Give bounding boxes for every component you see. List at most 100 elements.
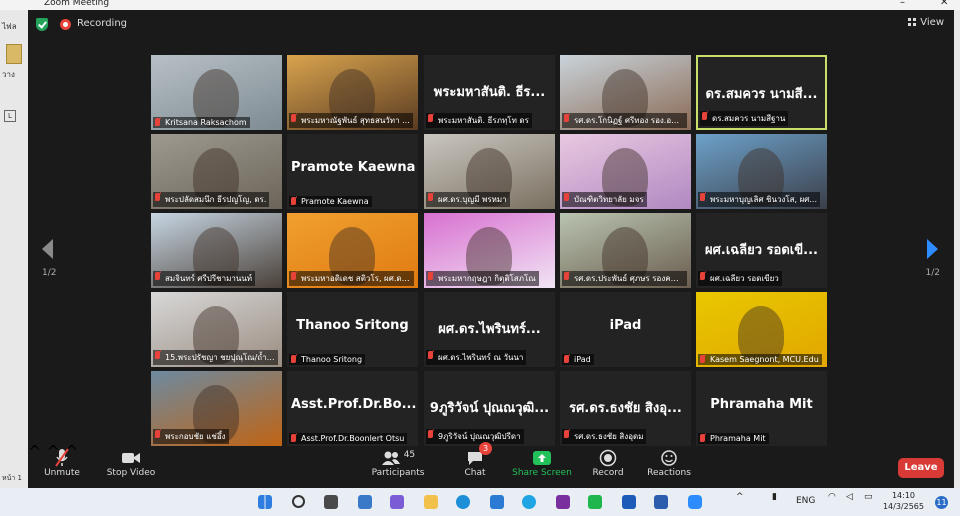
participant-tile[interactable]: ผศ.เฉลียว รอดเขี... ผศ.เฉลียว รอดเขียว bbox=[696, 213, 827, 288]
view-button[interactable]: View bbox=[908, 17, 944, 28]
zoom-app-icon[interactable] bbox=[688, 495, 702, 509]
muted-mic-icon bbox=[564, 355, 569, 363]
notification-count-badge[interactable]: 11 bbox=[935, 496, 948, 509]
volume-icon[interactable]: ◁ bbox=[846, 492, 853, 502]
participant-tile[interactable]: Thanoo Sritong Thanoo Sritong bbox=[287, 292, 418, 367]
minimize-button[interactable]: – bbox=[900, 0, 905, 8]
participant-tile[interactable]: พระกอบชัย แช่อึ้ง bbox=[151, 371, 282, 446]
start-windows-icon[interactable] bbox=[258, 495, 272, 509]
muted-mic-icon bbox=[428, 114, 433, 122]
participant-tile[interactable]: Phramaha Mit Phramaha Mit bbox=[696, 371, 827, 446]
participant-tile[interactable]: สมจินทร์ ศรีปรีชามานนท์ bbox=[151, 213, 282, 288]
participant-tile[interactable]: 15.พระปรัชญา ชยปุณฺโณ/ถ้ำเม... bbox=[151, 292, 282, 367]
clock-time: 14:10 bbox=[891, 491, 916, 500]
participant-name-label: ผศ.ดร.บุญมี พรหมา bbox=[426, 192, 510, 207]
background-word-window: ไฟล วาง L หน้า 1 bbox=[0, 10, 28, 488]
word-icon[interactable] bbox=[654, 495, 668, 509]
participant-name: พระมหาอดิเดช สติวโร, ผศ.ดร... bbox=[301, 274, 414, 283]
reactions-button[interactable]: Reactions bbox=[646, 448, 692, 478]
grid-icon bbox=[908, 18, 917, 26]
participant-tile[interactable]: รศ.ดร.ประพันธ์ ศุภษร รองคณ... bbox=[560, 213, 691, 288]
participant-tile[interactable]: พระมหาอดิเดช สติวโร, ผศ.ดร... bbox=[287, 213, 418, 288]
windows-taskbar: ^ ▮ ENG ◠ ◁ ▭ 14:10 14/3/2565 11 bbox=[0, 488, 960, 516]
participant-tile[interactable]: รศ.ดร.โกนิฏฐ์ ศรีทอง รอง.อธิก... bbox=[560, 55, 691, 130]
facebook-icon[interactable] bbox=[622, 495, 636, 509]
participant-name-label: Kritsana Raksachom bbox=[153, 117, 250, 128]
participant-tile[interactable]: รศ.ดร.ธงชัย สิงอุ... รศ.ดร.ธงชัย สิงอุดม bbox=[560, 371, 691, 446]
participant-display-name: ดร.สมควร นามสี... bbox=[705, 87, 818, 102]
participant-display-name: รศ.ดร.ธงชัย สิงอุ... bbox=[569, 401, 682, 416]
participant-tile[interactable]: 9ภูริวัจน์ ปุณณวุฒิ... 9ภูริวัจน์ ปุณณวุฒ… bbox=[424, 371, 555, 446]
participant-display-name: Thanoo Sritong bbox=[296, 318, 409, 333]
participant-name: พระมหากฤษฎา กิตฺติโสภโณ bbox=[438, 274, 536, 283]
participant-name-label: รศ.ดร.โกนิฏฐ์ ศรีทอง รอง.อธิก... bbox=[562, 113, 687, 128]
unmute-button[interactable]: Unmute bbox=[42, 448, 82, 478]
muted-mic-icon bbox=[155, 272, 160, 280]
muted-mic-icon bbox=[428, 193, 433, 201]
participant-display-name: iPad bbox=[609, 318, 642, 333]
wifi-icon[interactable]: ◠ bbox=[828, 492, 836, 502]
record-button[interactable]: Record bbox=[590, 448, 626, 478]
muted-mic-icon bbox=[291, 197, 296, 205]
participant-tile[interactable]: Pramote Kaewna Pramote Kaewna bbox=[287, 134, 418, 209]
muted-mic-icon bbox=[155, 118, 160, 126]
participant-tile[interactable]: Kasem Saegnont, MCU.Edu bbox=[696, 292, 827, 367]
file-explorer-icon[interactable] bbox=[424, 495, 438, 509]
participant-display-name: ผศ.ดร.ไพรินทร์... bbox=[438, 322, 541, 337]
participant-name: Thanoo Sritong bbox=[301, 355, 363, 364]
participant-tile[interactable]: ผศ.ดร.บุญมี พรหมา bbox=[424, 134, 555, 209]
participant-name-label: ดร.สมควร นามสีฐาน bbox=[700, 111, 789, 126]
muted-mic-icon bbox=[702, 112, 707, 120]
muted-mic-icon bbox=[700, 434, 705, 442]
chat-button[interactable]: 3 Chat bbox=[460, 442, 492, 478]
participant-tile[interactable]: พระมหาสันติ. ธีร... พระมหาสันติ. ธีรภทฺโท… bbox=[424, 55, 555, 130]
close-button[interactable]: ✕ bbox=[940, 0, 948, 8]
security-shield-icon[interactable] bbox=[36, 18, 48, 31]
participant-tile[interactable]: พระมหาณัฐพันธ์ สุทธสนวัทา ... bbox=[287, 55, 418, 130]
participant-name-label: พระมหาอดิเดช สติวโร, ผศ.ดร... bbox=[289, 271, 414, 286]
clock-date: 14/3/2565 bbox=[882, 502, 924, 511]
search-icon[interactable] bbox=[292, 495, 305, 508]
participant-tile[interactable]: ดร.สมควร นามสี... ดร.สมควร นามสีฐาน bbox=[696, 55, 827, 130]
participant-tile[interactable]: ผศ.ดร.ไพรินทร์... ผศ.ดร.ไพรินทร์ ณ วันนา bbox=[424, 292, 555, 367]
participant-tile[interactable]: Asst.Prof.Dr.Bo... Asst.Prof.Dr.Boonlert … bbox=[287, 371, 418, 446]
participant-name-label: Pramote Kaewna bbox=[289, 196, 372, 207]
unmute-label: Unmute bbox=[44, 468, 80, 478]
muted-mic-icon bbox=[564, 272, 569, 280]
muted-mic-icon bbox=[428, 430, 433, 438]
next-page-arrow-icon[interactable] bbox=[927, 239, 938, 259]
leave-button[interactable]: Leave bbox=[898, 458, 944, 478]
participant-tile[interactable]: บัณฑิตวิทยาลัย มจร bbox=[560, 134, 691, 209]
onenote-icon[interactable] bbox=[556, 495, 570, 509]
input-language[interactable]: ENG bbox=[796, 496, 815, 506]
participant-tile[interactable]: iPad iPad bbox=[560, 292, 691, 367]
line-app-icon[interactable] bbox=[588, 495, 602, 509]
battery-icon[interactable]: ▭ bbox=[864, 492, 873, 502]
participants-button[interactable]: 45 Participants bbox=[368, 448, 428, 478]
previous-page-arrow-icon[interactable] bbox=[42, 239, 53, 259]
skype-icon[interactable] bbox=[522, 495, 536, 509]
edge-browser-icon[interactable] bbox=[456, 495, 470, 509]
participant-tile[interactable]: พระมหาบุญเลิศ ชินวงโส, ผศ... bbox=[696, 134, 827, 209]
audio-options-chevron-icon[interactable]: ^ bbox=[28, 442, 41, 461]
muted-mic-icon bbox=[700, 193, 705, 201]
stop-video-button[interactable]: Stop Video bbox=[106, 448, 156, 478]
muted-mic-icon bbox=[700, 355, 705, 363]
share-screen-button[interactable]: Share Screen bbox=[512, 448, 572, 478]
muted-mic-icon bbox=[700, 272, 705, 280]
tray-chevron-icon[interactable]: ^ bbox=[736, 492, 744, 502]
muted-mic-icon bbox=[428, 272, 433, 280]
ribbon-text: ไฟล bbox=[2, 22, 17, 31]
meeting-toolbar: Unmute ^ Stop Video ^ 45 Participants ^ … bbox=[28, 442, 954, 488]
participant-tile[interactable]: พระปลัดสมนึก ธีรปญโญ, ดร. bbox=[151, 134, 282, 209]
window-title: Zoom Meeting bbox=[44, 0, 110, 8]
task-view-icon[interactable] bbox=[324, 495, 338, 509]
participant-tile[interactable]: พระมหากฤษฎา กิตฺติโสภโณ bbox=[424, 213, 555, 288]
system-clock[interactable]: 14:10 14/3/2565 bbox=[883, 490, 924, 512]
widgets-icon[interactable] bbox=[358, 495, 372, 509]
participant-tile[interactable]: Kritsana Raksachom bbox=[151, 55, 282, 130]
participant-name: พระมหาสันติ. ธีรภทฺโท ดร bbox=[438, 116, 529, 125]
chat-teams-icon[interactable] bbox=[390, 495, 404, 509]
participant-name: Pramote Kaewna bbox=[301, 197, 369, 206]
mail-icon[interactable] bbox=[490, 495, 504, 509]
